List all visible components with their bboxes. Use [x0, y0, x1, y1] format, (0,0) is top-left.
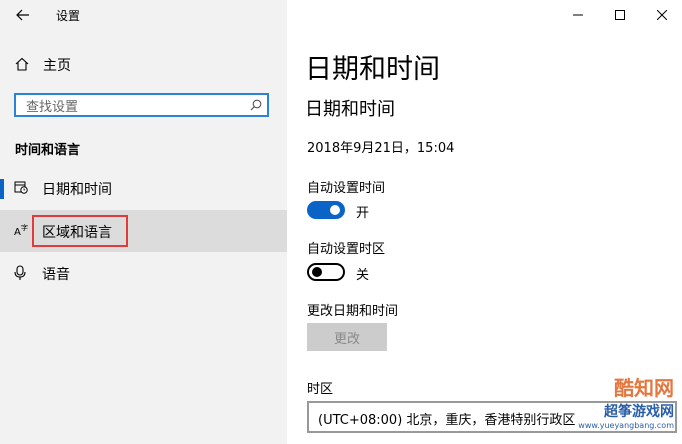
auto-timezone-label: 自动设置时区: [307, 242, 386, 257]
sidebar-item-label: 主页: [43, 58, 71, 74]
maximize-button[interactable]: [605, 5, 635, 25]
page-title: 日期和时间: [305, 54, 440, 85]
timezone-label: 时区: [307, 382, 334, 397]
sidebar-item-label: 日期和时间: [42, 182, 112, 198]
sidebar-item-label: 语音: [42, 267, 70, 283]
minimize-icon: [573, 14, 583, 16]
sidebar-item-datetime[interactable]: 日期和时间: [0, 167, 287, 209]
toggle-knob: [312, 267, 322, 277]
watermark-logo: 酷知网: [614, 376, 674, 400]
section-subtitle: 日期和时间: [305, 99, 395, 120]
microphone-icon: [14, 265, 26, 280]
current-datetime: 2018年9月21日，15:04: [307, 141, 455, 156]
watermark-logo-secondary: 超筝游戏网: [604, 404, 674, 420]
language-icon: A 字: [14, 223, 28, 237]
auto-timezone-toggle[interactable]: [307, 263, 345, 281]
calendar-clock-icon: [14, 181, 28, 194]
sidebar-item-region[interactable]: A 字 区域和语言: [0, 210, 287, 252]
timezone-value: (UTC+08:00) 北京，重庆，香港特别行政区: [318, 413, 576, 428]
auto-timezone-state: 关: [356, 268, 370, 283]
main-content: 日期和时间 日期和时间 2018年9月21日，15:04 自动设置时间 开 自动…: [287, 0, 682, 444]
section-title: 时间和语言: [15, 143, 81, 158]
auto-time-toggle[interactable]: [307, 201, 345, 219]
change-button[interactable]: 更改: [307, 323, 387, 351]
close-icon: [657, 10, 667, 20]
active-indicator: [0, 179, 4, 199]
svg-text:字: 字: [21, 223, 28, 232]
auto-time-state: 开: [356, 206, 370, 221]
svg-text:A: A: [14, 227, 21, 237]
watermark: 酷知网 超筝游戏网 www.yueyangbang.com: [578, 372, 674, 430]
search-input[interactable]: [24, 97, 248, 117]
app-title: 设置: [56, 9, 81, 23]
watermark-url: www.yueyangbang.com: [578, 421, 674, 430]
arrow-left-icon: [16, 9, 29, 21]
search-field[interactable]: [14, 93, 269, 117]
auto-time-label: 自动设置时间: [307, 181, 386, 196]
sidebar: 设置 主页 时间和语言 日期和时间 A 字 区域和语言: [0, 0, 287, 444]
minimize-button[interactable]: [563, 5, 593, 25]
search-icon[interactable]: [250, 99, 262, 111]
close-button[interactable]: [647, 5, 677, 25]
toggle-knob: [330, 205, 340, 215]
change-datetime-label: 更改日期和时间: [307, 304, 399, 319]
home-icon: [15, 57, 29, 71]
maximize-icon: [615, 10, 625, 20]
sidebar-item-home[interactable]: 主页: [0, 50, 287, 80]
back-button[interactable]: [12, 6, 34, 24]
sidebar-item-speech[interactable]: 语音: [0, 252, 287, 294]
annotation-highlight-box: [32, 215, 128, 247]
